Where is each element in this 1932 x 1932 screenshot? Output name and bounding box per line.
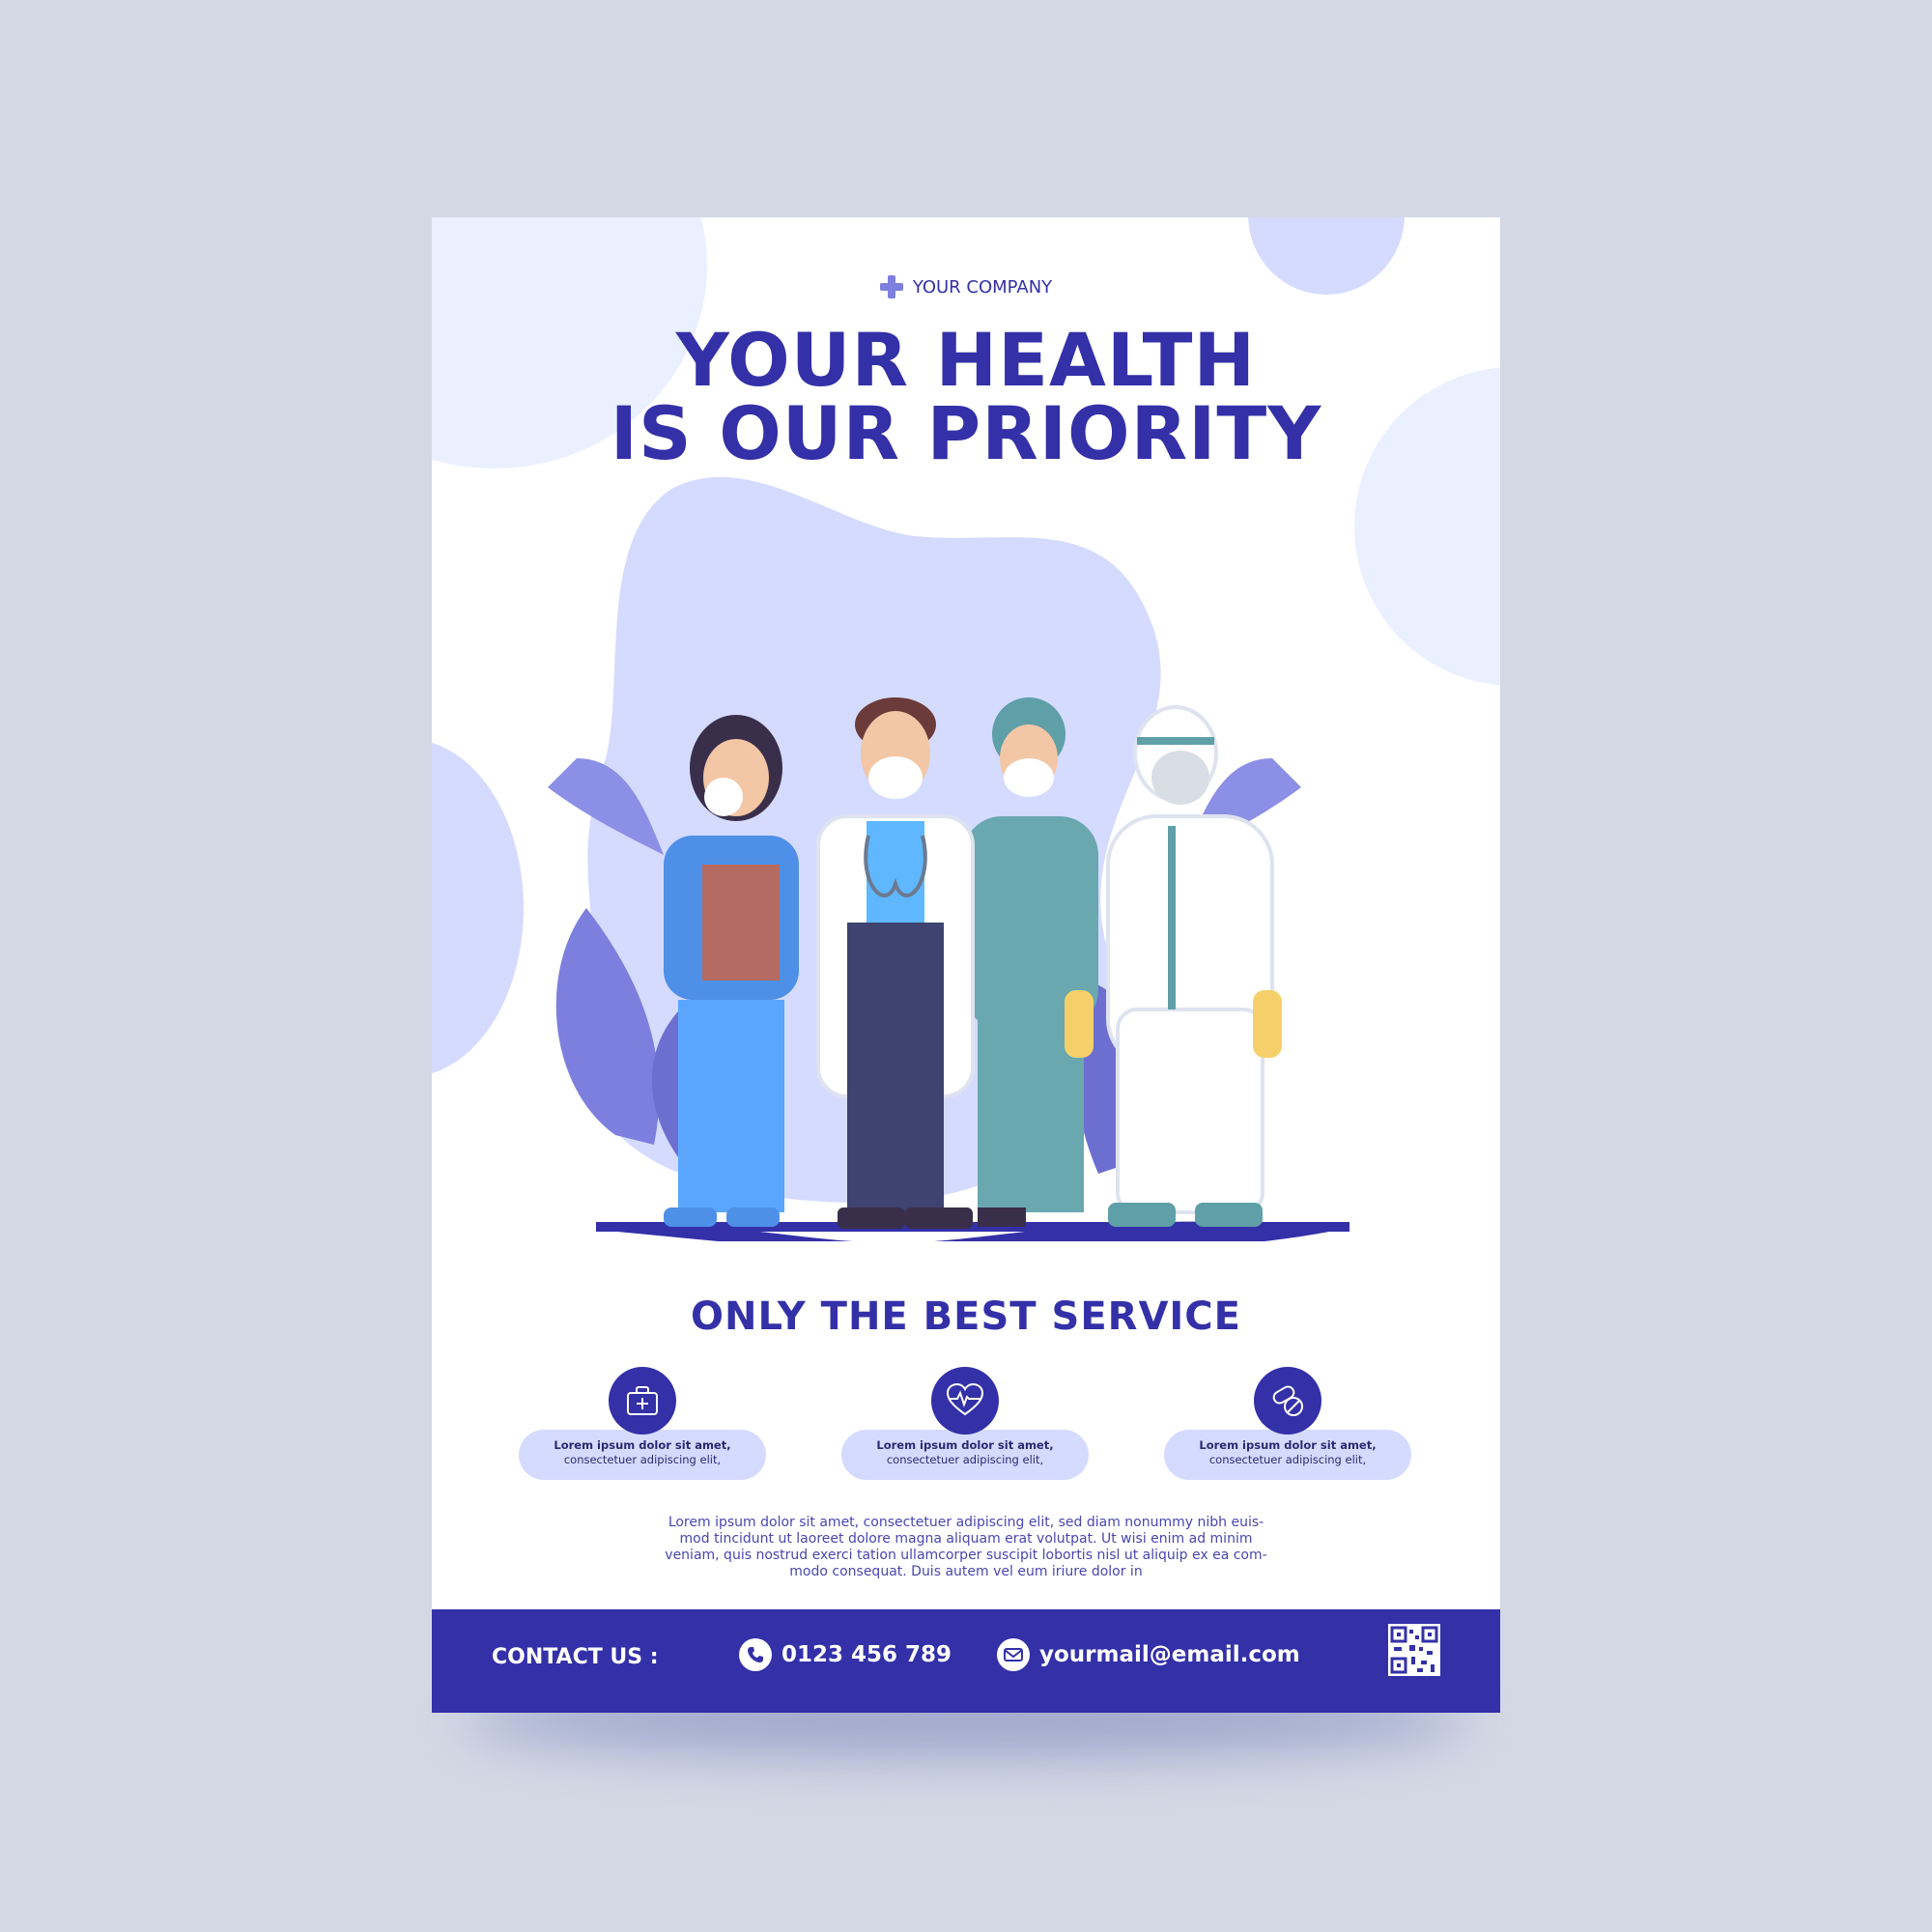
- feature-text: consectetuer adipiscing elit,: [886, 1453, 1044, 1466]
- section-heading: ONLY THE BEST SERVICE: [691, 1294, 1241, 1339]
- body-line: modo consequat. Duis autem vel eum iriur…: [789, 1564, 1143, 1579]
- contact-phone[interactable]: 0123 456 789: [739, 1638, 952, 1671]
- contact-label: CONTACT US :: [492, 1645, 659, 1669]
- company-header: YOUR COMPANY: [432, 275, 1500, 298]
- envelope-icon: [997, 1638, 1030, 1671]
- feature-text: consectetuer adipiscing elit,: [1208, 1453, 1367, 1466]
- pills-icon: [1254, 1367, 1321, 1435]
- contact-email[interactable]: yourmail@email.com: [997, 1638, 1300, 1671]
- feature-item-3: Lorem ipsum dolor sit amet, consectetuer…: [1164, 1367, 1411, 1480]
- headline-line-1: YOUR HEALTH: [675, 317, 1257, 403]
- body-line: Lorem ipsum dolor sit amet, consectetuer…: [668, 1515, 1264, 1530]
- page-title: YOUR HEALTH IS OUR PRIORITY: [432, 324, 1500, 470]
- email-address: yourmail@email.com: [1039, 1642, 1300, 1667]
- headline-line-2: IS OUR PRIORITY: [610, 390, 1322, 476]
- feature-title: Lorem ipsum dolor sit amet,: [554, 1438, 731, 1452]
- medical-staff-illustration: [548, 476, 1350, 1241]
- heartbeat-icon: [931, 1367, 999, 1435]
- flyer: YOUR COMPANY YOUR HEALTH IS OUR PRIORITY: [432, 217, 1500, 1713]
- feature-item-2: Lorem ipsum dolor sit amet, consectetuer…: [841, 1367, 1089, 1480]
- features-row: Lorem ipsum dolor sit amet, consectetuer…: [519, 1367, 1413, 1492]
- feature-title: Lorem ipsum dolor sit amet,: [876, 1438, 1054, 1452]
- phone-number: 0123 456 789: [781, 1642, 952, 1667]
- feature-text: consectetuer adipiscing elit,: [563, 1453, 722, 1466]
- phone-icon: [739, 1638, 772, 1671]
- body-line: mod tincidunt ut laoreet dolore magna al…: [679, 1531, 1253, 1547]
- feature-title: Lorem ipsum dolor sit amet,: [1199, 1438, 1377, 1452]
- body-paragraph: Lorem ipsum dolor sit amet, consectetuer…: [654, 1515, 1278, 1580]
- company-name: YOUR COMPANY: [912, 276, 1053, 298]
- body-line: veniam, quis nostrud exerci tation ullam…: [665, 1548, 1267, 1563]
- contact-bar: CONTACT US : 0123 456 789 yourmail@email…: [432, 1609, 1500, 1713]
- qr-code-icon[interactable]: [1388, 1624, 1440, 1676]
- medical-cross-icon: [879, 275, 903, 298]
- first-aid-kit-icon: [609, 1367, 676, 1435]
- feature-item-1: Lorem ipsum dolor sit amet, consectetuer…: [519, 1367, 766, 1480]
